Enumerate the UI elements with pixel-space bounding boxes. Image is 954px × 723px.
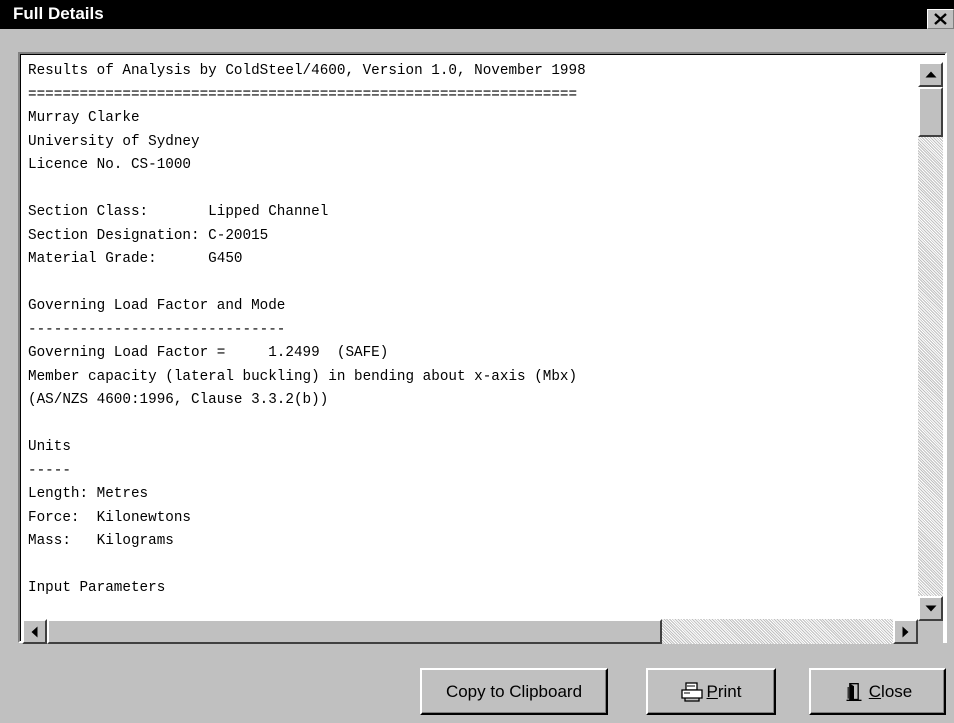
report-line bbox=[28, 178, 918, 202]
title-close-button[interactable] bbox=[927, 9, 954, 29]
print-button-label: Print bbox=[706, 681, 742, 701]
report-line: Governing Load Factor and Mode bbox=[28, 298, 286, 314]
report-line bbox=[28, 272, 918, 296]
report-line: Results of Analysis by ColdSteel/4600, V… bbox=[28, 63, 586, 79]
title-bar[interactable]: Full Details bbox=[0, 0, 954, 29]
arrow-left-icon bbox=[31, 626, 37, 637]
report-line: Material Grade: G450 bbox=[28, 251, 243, 267]
door-exit-icon bbox=[846, 682, 862, 701]
report-line: Mass: Kilograms bbox=[28, 533, 174, 549]
window-title: Full Details bbox=[13, 4, 104, 23]
report-text: Results of Analysis by ColdSteel/4600, V… bbox=[28, 60, 918, 604]
report-line: (AS/NZS 4600:1996, Clause 3.3.2(b)) bbox=[28, 392, 329, 408]
vertical-scrollbar[interactable] bbox=[918, 62, 943, 622]
horizontal-scroll-thumb[interactable] bbox=[47, 619, 662, 644]
arrow-right-icon bbox=[902, 626, 908, 637]
close-icon bbox=[934, 13, 947, 25]
close-button-label: Close bbox=[868, 681, 913, 701]
report-line: Murray Clarke bbox=[28, 110, 140, 126]
scroll-down-button[interactable] bbox=[918, 596, 943, 621]
copy-to-clipboard-button[interactable]: Copy to Clipboard bbox=[420, 668, 608, 715]
report-line bbox=[28, 413, 918, 437]
report-line: ------------------------------ bbox=[28, 321, 286, 338]
report-line: ========================================… bbox=[28, 86, 578, 103]
scroll-up-button[interactable] bbox=[918, 62, 943, 87]
report-line: Length: Metres bbox=[28, 486, 149, 502]
arrow-up-icon bbox=[925, 71, 936, 77]
report-line: Section Class: Lipped Channel bbox=[28, 204, 329, 220]
report-line: Member capacity (lateral buckling) in be… bbox=[28, 368, 578, 385]
scrollbar-corner bbox=[918, 621, 943, 644]
print-button[interactable]: Print bbox=[646, 668, 776, 715]
report-line: ----- bbox=[28, 462, 71, 479]
report-line: Force: Kilonewtons bbox=[28, 509, 192, 526]
printer-icon bbox=[680, 681, 703, 702]
report-text-box[interactable]: Results of Analysis by ColdSteel/4600, V… bbox=[18, 52, 947, 643]
report-line: Units bbox=[28, 439, 71, 455]
report-line: Governing Load Factor = 1.2499 (SAFE) bbox=[28, 345, 389, 361]
report-line bbox=[28, 554, 918, 578]
report-line: Input Parameters bbox=[28, 580, 166, 596]
report-line: Licence No. CS-1000 bbox=[28, 157, 192, 173]
report-line: University of Sydney bbox=[28, 133, 200, 150]
report-line: ---------------- bbox=[28, 601, 918, 605]
vertical-scroll-thumb[interactable] bbox=[918, 87, 943, 137]
close-button[interactable]: Close bbox=[809, 668, 946, 715]
scroll-left-button[interactable] bbox=[22, 619, 47, 644]
report-line: Section Designation: C-20015 bbox=[28, 227, 269, 244]
arrow-down-icon bbox=[925, 605, 936, 611]
scroll-right-button[interactable] bbox=[893, 619, 918, 644]
copy-button-label: Copy to Clipboard bbox=[445, 681, 583, 701]
